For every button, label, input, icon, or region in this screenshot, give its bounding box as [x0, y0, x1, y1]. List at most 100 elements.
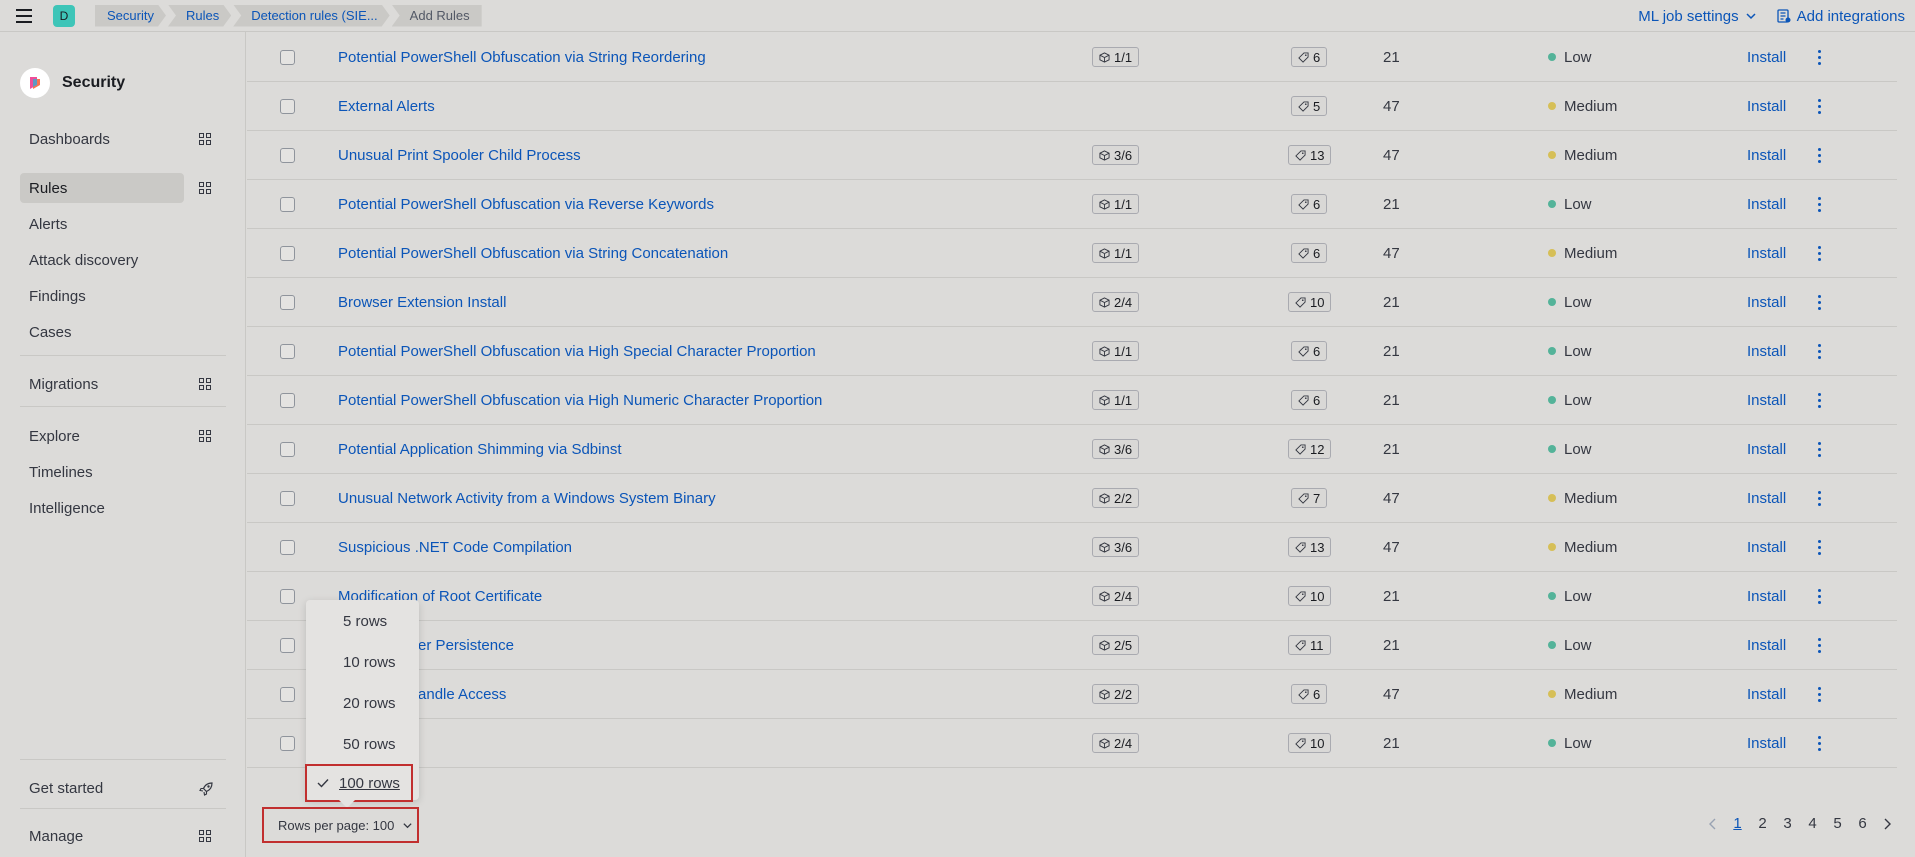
- install-button[interactable]: Install: [1747, 490, 1786, 507]
- rule-name-link[interactable]: Browser Extension Install: [338, 294, 506, 311]
- install-button[interactable]: Install: [1747, 294, 1786, 311]
- row-checkbox[interactable]: [280, 735, 295, 751]
- page-3[interactable]: 3: [1775, 815, 1800, 832]
- integrations-badge[interactable]: 3/6: [1092, 537, 1140, 557]
- sidebar-item-dashboards[interactable]: Dashboards: [20, 124, 184, 154]
- tags-badge[interactable]: 6: [1291, 47, 1328, 67]
- more-actions-icon[interactable]: [1811, 48, 1827, 66]
- more-actions-icon[interactable]: [1811, 685, 1827, 703]
- tags-badge[interactable]: 6: [1291, 684, 1328, 704]
- menu-icon[interactable]: [0, 0, 48, 32]
- rule-name-link[interactable]: Suspicious .NET Code Compilation: [338, 539, 572, 556]
- tags-badge[interactable]: 10: [1288, 292, 1332, 312]
- tags-badge[interactable]: 6: [1291, 341, 1328, 361]
- install-button[interactable]: Install: [1747, 588, 1786, 605]
- page-5[interactable]: 5: [1825, 815, 1850, 832]
- apps-grid-icon[interactable]: [199, 830, 211, 842]
- integrations-badge[interactable]: 1/1: [1092, 390, 1140, 410]
- rule-name-link[interactable]: External Alerts: [338, 98, 435, 115]
- install-button[interactable]: Install: [1747, 735, 1786, 752]
- install-button[interactable]: Install: [1747, 245, 1786, 262]
- rule-name-link[interactable]: Potential PowerShell Obfuscation via Str…: [338, 245, 728, 262]
- rows-option-20[interactable]: 20 rows: [306, 684, 419, 722]
- integrations-badge[interactable]: 2/4: [1092, 292, 1140, 312]
- rule-name-link[interactable]: Potential PowerShell Obfuscation via Rev…: [338, 196, 714, 213]
- page-2[interactable]: 2: [1750, 815, 1775, 832]
- chevron-left-icon[interactable]: [1700, 817, 1725, 831]
- integrations-badge[interactable]: 2/5: [1092, 635, 1140, 655]
- tags-badge[interactable]: 13: [1288, 537, 1332, 557]
- tags-badge[interactable]: 12: [1288, 439, 1332, 459]
- tags-badge[interactable]: 6: [1291, 194, 1328, 214]
- more-actions-icon[interactable]: [1811, 489, 1827, 507]
- sidebar-item-alerts[interactable]: Alerts: [20, 209, 184, 239]
- more-actions-icon[interactable]: [1811, 146, 1827, 164]
- sidebar-item-findings[interactable]: Findings: [20, 281, 184, 311]
- integrations-badge[interactable]: 1/1: [1092, 194, 1140, 214]
- row-checkbox[interactable]: [280, 539, 295, 555]
- rows-option-10[interactable]: 10 rows: [306, 643, 419, 681]
- tags-badge[interactable]: 6: [1291, 243, 1328, 263]
- row-checkbox[interactable]: [280, 245, 295, 261]
- page-6[interactable]: 6: [1850, 815, 1875, 832]
- more-actions-icon[interactable]: [1811, 97, 1827, 115]
- rows-per-page-button[interactable]: Rows per page: 100: [262, 807, 419, 843]
- tags-badge[interactable]: 10: [1288, 733, 1332, 753]
- more-actions-icon[interactable]: [1811, 734, 1827, 752]
- page-1[interactable]: 1: [1725, 815, 1750, 832]
- row-checkbox[interactable]: [280, 392, 295, 408]
- apps-grid-icon[interactable]: [199, 182, 211, 194]
- rule-name-link[interactable]: Unusual Print Spooler Child Process: [338, 147, 581, 164]
- sidebar-item-manage[interactable]: Manage: [20, 821, 184, 851]
- row-checkbox[interactable]: [280, 147, 295, 163]
- apps-grid-icon[interactable]: [199, 378, 211, 390]
- rule-name-link[interactable]: Potential PowerShell Obfuscation via Hig…: [338, 343, 816, 360]
- integrations-badge[interactable]: 3/6: [1092, 439, 1140, 459]
- integrations-badge[interactable]: 1/1: [1092, 341, 1140, 361]
- security-brand[interactable]: Security: [20, 68, 125, 98]
- tags-badge[interactable]: 11: [1288, 635, 1331, 655]
- integrations-badge[interactable]: 2/2: [1092, 684, 1140, 704]
- more-actions-icon[interactable]: [1811, 293, 1827, 311]
- more-actions-icon[interactable]: [1811, 342, 1827, 360]
- rows-option-50[interactable]: 50 rows: [306, 725, 419, 763]
- row-checkbox[interactable]: [280, 343, 295, 359]
- integrations-badge[interactable]: 1/1: [1092, 47, 1140, 67]
- breadcrumb-rules[interactable]: Rules: [168, 5, 231, 27]
- sidebar-item-explore[interactable]: Explore: [20, 421, 184, 451]
- install-button[interactable]: Install: [1747, 147, 1786, 164]
- install-button[interactable]: Install: [1747, 686, 1786, 703]
- more-actions-icon[interactable]: [1811, 440, 1827, 458]
- sidebar-item-get-started[interactable]: Get started: [20, 773, 184, 803]
- more-actions-icon[interactable]: [1811, 195, 1827, 213]
- install-button[interactable]: Install: [1747, 392, 1786, 409]
- breadcrumb-security[interactable]: Security: [95, 5, 166, 27]
- more-actions-icon[interactable]: [1811, 636, 1827, 654]
- install-button[interactable]: Install: [1747, 98, 1786, 115]
- rule-name-link[interactable]: Potential PowerShell Obfuscation via Str…: [338, 49, 706, 66]
- more-actions-icon[interactable]: [1811, 587, 1827, 605]
- sidebar-item-migrations[interactable]: Migrations: [20, 369, 184, 399]
- rule-name-link[interactable]: Unusual Network Activity from a Windows …: [338, 490, 716, 507]
- chevron-right-icon[interactable]: [1875, 817, 1900, 831]
- tags-badge[interactable]: 6: [1291, 390, 1328, 410]
- integrations-badge[interactable]: 2/2: [1092, 488, 1140, 508]
- row-checkbox[interactable]: [280, 637, 295, 653]
- integrations-badge[interactable]: 2/4: [1092, 733, 1140, 753]
- tags-badge[interactable]: 7: [1291, 488, 1328, 508]
- row-checkbox[interactable]: [280, 441, 295, 457]
- install-button[interactable]: Install: [1747, 196, 1786, 213]
- row-checkbox[interactable]: [280, 49, 295, 65]
- sidebar-item-timelines[interactable]: Timelines: [20, 457, 184, 487]
- more-actions-icon[interactable]: [1811, 244, 1827, 262]
- rule-name-link[interactable]: Potential Application Shimming via Sdbin…: [338, 441, 622, 458]
- tags-badge[interactable]: 10: [1288, 586, 1332, 606]
- tags-badge[interactable]: 5: [1291, 96, 1328, 116]
- integrations-badge[interactable]: 2/4: [1092, 586, 1140, 606]
- page-4[interactable]: 4: [1800, 815, 1825, 832]
- rows-option-100[interactable]: 100 rows: [305, 764, 413, 802]
- apps-grid-icon[interactable]: [199, 133, 211, 145]
- space-avatar[interactable]: D: [53, 4, 75, 27]
- install-button[interactable]: Install: [1747, 343, 1786, 360]
- row-checkbox[interactable]: [280, 294, 295, 310]
